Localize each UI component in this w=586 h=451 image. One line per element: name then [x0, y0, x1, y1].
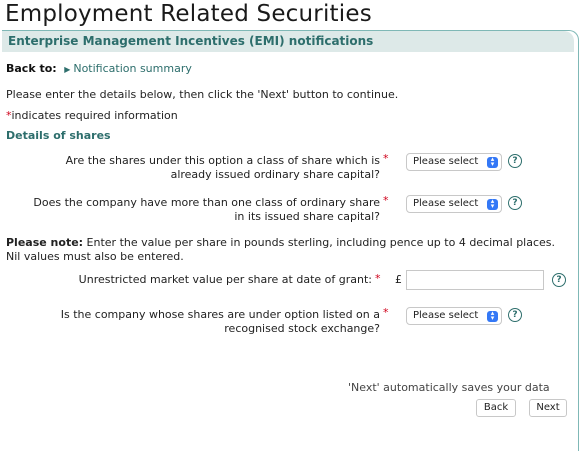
select-value: Please select — [413, 198, 479, 209]
back-label: Back to: — [6, 62, 57, 75]
help-icon[interactable]: ? — [508, 308, 522, 322]
help-icon[interactable]: ? — [508, 154, 522, 168]
required-note-text: indicates required information — [11, 109, 178, 122]
note-bold: Please note: — [6, 236, 84, 249]
details-subheading: Details of shares — [6, 129, 111, 142]
select-value: Please select — [413, 310, 479, 321]
triangle-right-icon: ▶ — [64, 65, 71, 74]
note-text: Enter the value per share in pounds ster… — [6, 236, 556, 263]
question-line: already issued ordinary share capital? — [170, 168, 380, 181]
instructions: Please enter the details below, then cli… — [6, 88, 399, 101]
question-listed-exchange-label: Is the company whose shares are under op… — [20, 308, 380, 336]
notification-summary-link[interactable]: Notification summary — [73, 62, 192, 75]
next-button[interactable]: Next — [529, 399, 567, 417]
question-line: recognised stock exchange? — [224, 322, 380, 335]
back-row: Back to: ▶ Notification summary — [6, 62, 192, 75]
required-star: * — [383, 306, 389, 319]
autosave-note: 'Next' automatically saves your data — [348, 381, 550, 394]
question-share-class-label: Are the shares under this option a class… — [20, 154, 380, 182]
question-line: Is the company whose shares are under op… — [60, 308, 380, 321]
chevron-updown-icon: ▴ ▾ — [487, 310, 498, 322]
chevron-updown-icon: ▴ ▾ — [487, 156, 498, 168]
back-button[interactable]: Back — [476, 399, 516, 417]
required-note: *indicates required information — [6, 109, 178, 122]
please-note: Please note: Enter the value per share i… — [6, 236, 566, 264]
question-line: in its issued share capital? — [234, 210, 380, 223]
more-than-one-class-select[interactable]: Please select ▴ ▾ — [406, 195, 502, 213]
question-line: Are the shares under this option a class… — [65, 154, 380, 167]
market-value-input[interactable] — [406, 270, 544, 290]
question-more-than-one-class-label: Does the company have more than one clas… — [8, 196, 380, 224]
chevron-updown-icon: ▴ ▾ — [487, 198, 498, 210]
page-title: Employment Related Securities — [5, 1, 372, 27]
select-value: Please select — [413, 156, 479, 167]
required-star: * — [383, 194, 389, 207]
listed-exchange-select[interactable]: Please select ▴ ▾ — [406, 307, 502, 325]
help-icon[interactable]: ? — [508, 196, 522, 210]
market-value-label: Unrestricted market value per share at d… — [78, 273, 372, 286]
required-star: * — [383, 152, 389, 165]
question-line: Does the company have more than one clas… — [33, 196, 380, 209]
help-icon[interactable]: ? — [552, 273, 566, 287]
section-header: Enterprise Management Incentives (EMI) n… — [2, 31, 574, 52]
required-star: * — [375, 272, 381, 285]
share-class-select[interactable]: Please select ▴ ▾ — [406, 153, 502, 171]
pound-sign: £ — [395, 273, 402, 286]
